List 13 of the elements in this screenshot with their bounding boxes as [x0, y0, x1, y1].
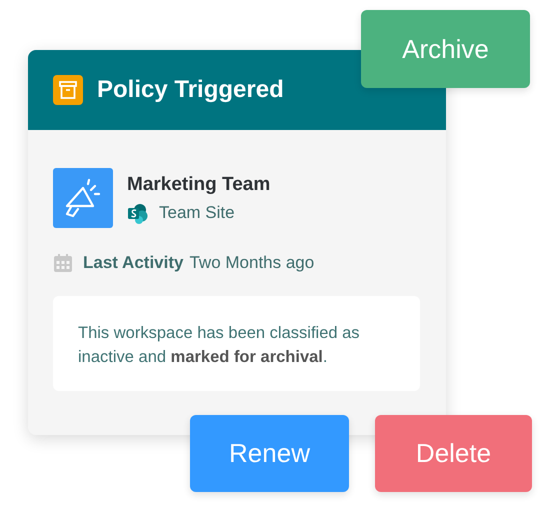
calendar-icon — [53, 253, 73, 273]
action-button[interactable]: Renew — [190, 415, 349, 492]
message-text: This workspace has been classified as inactive and marked for archival. — [78, 323, 361, 368]
site-logo-icon — [127, 202, 149, 224]
workspace-type: Team Site — [159, 203, 235, 223]
archive-box-icon — [53, 75, 83, 105]
card-title: Policy Triggered — [97, 76, 284, 104]
megaphone-icon — [53, 168, 113, 228]
activity-value: Two Months ago — [189, 253, 314, 273]
action-button[interactable]: Delete — [375, 415, 532, 492]
action-button[interactable]: Archive — [361, 10, 530, 88]
workspace-name: Marketing Team — [127, 174, 270, 196]
activity-label: Last Activity — [83, 253, 184, 273]
